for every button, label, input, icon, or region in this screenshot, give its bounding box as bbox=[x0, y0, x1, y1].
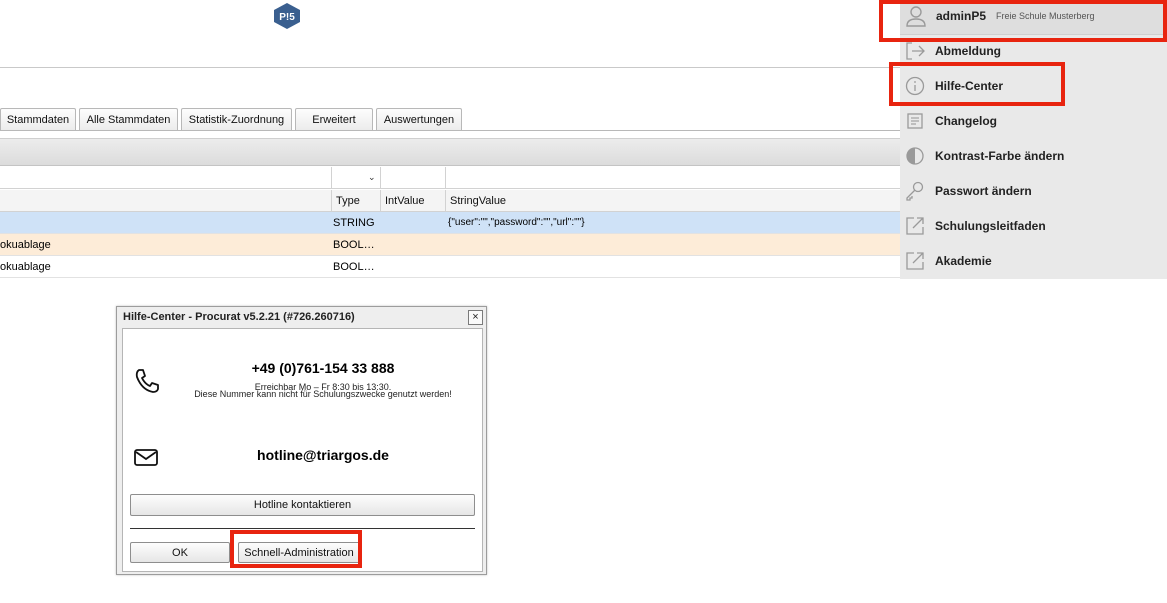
close-button[interactable]: × bbox=[468, 310, 483, 325]
dialog-title: Hilfe-Center - Procurat v5.2.21 (#726.26… bbox=[123, 311, 355, 323]
menu-item-passwort[interactable]: Passwort ändern bbox=[900, 174, 1167, 209]
menu-item-schulungsleitfaden[interactable]: Schulungsleitfaden bbox=[900, 209, 1167, 244]
hilfe-center-dialog: Hilfe-Center - Procurat v5.2.21 (#726.26… bbox=[116, 306, 487, 575]
key-icon bbox=[906, 181, 924, 201]
hotline-email[interactable]: hotline@triargos.de bbox=[183, 447, 463, 463]
schnell-administration-button[interactable]: Schnell-Administration bbox=[238, 542, 360, 563]
menu-item-abmeldung[interactable]: Abmeldung bbox=[900, 34, 1167, 69]
column-header-stringvalue[interactable]: StringValue bbox=[445, 190, 900, 212]
cell-type: BOOL… bbox=[333, 261, 375, 273]
menu-item-changelog[interactable]: Changelog bbox=[900, 104, 1167, 139]
cell-name: okuablage bbox=[0, 261, 51, 273]
contrast-icon bbox=[906, 147, 924, 165]
document-icon bbox=[907, 113, 923, 129]
user-name: adminP5 bbox=[936, 9, 987, 23]
table-row[interactable]: STRING {"user":"","password":"","url":""… bbox=[0, 212, 900, 234]
menu-item-label: Abmeldung bbox=[935, 44, 1001, 58]
toolbar bbox=[0, 138, 900, 166]
user-menu: adminP5 Freie Schule Musterberg Abmeldun… bbox=[900, 0, 1167, 279]
tab-auswertungen[interactable]: Auswertungen bbox=[376, 108, 462, 130]
menu-item-kontrast[interactable]: Kontrast-Farbe ändern bbox=[900, 139, 1167, 174]
user-info[interactable]: adminP5 Freie Schule Musterberg bbox=[900, 0, 1167, 35]
external-link-icon bbox=[906, 217, 924, 235]
menu-item-label: Changelog bbox=[935, 114, 997, 128]
column-header-intvalue[interactable]: IntValue bbox=[380, 190, 445, 212]
cell-stringvalue: {"user":"","password":"","url":""} bbox=[448, 217, 585, 228]
tab-bar: Stammdaten Alle Stammdaten Statistik-Zuo… bbox=[0, 108, 465, 130]
table-header: Type IntValue StringValue bbox=[0, 190, 900, 212]
menu-item-label: Passwort ändern bbox=[935, 184, 1032, 198]
hotline-note: Diese Nummer kann nicht für Schulungszwe… bbox=[194, 389, 452, 399]
filter-intvalue-input[interactable] bbox=[380, 167, 445, 188]
menu-item-label: Hilfe-Center bbox=[935, 79, 1004, 93]
filter-stringvalue-input[interactable] bbox=[445, 167, 900, 188]
menu-item-akademie[interactable]: Akademie bbox=[900, 244, 1167, 279]
menu-item-label: Akademie bbox=[935, 254, 992, 268]
cell-type: STRING bbox=[333, 217, 375, 229]
logo-text: P!5 bbox=[279, 12, 295, 23]
mail-icon bbox=[134, 449, 158, 466]
tab-alle-stammdaten[interactable]: Alle Stammdaten bbox=[79, 108, 178, 130]
tab-statistik-zuordnung[interactable]: Statistik-Zuordnung bbox=[181, 108, 292, 130]
cell-stringvalue bbox=[448, 234, 898, 256]
hotline-contact-button[interactable]: Hotline kontaktieren bbox=[130, 494, 475, 516]
table-row[interactable]: okuablage BOOL… bbox=[0, 256, 900, 278]
procurat-logo-icon: P!5 bbox=[274, 3, 300, 29]
tab-stammdaten[interactable]: Stammdaten bbox=[0, 108, 76, 130]
user-school: Freie Schule Musterberg bbox=[996, 11, 1095, 21]
tabs-divider bbox=[0, 130, 900, 131]
menu-item-hilfe-center[interactable]: Hilfe-Center bbox=[900, 69, 1167, 104]
table-row[interactable]: okuablage BOOL… bbox=[0, 234, 900, 256]
cell-intvalue bbox=[384, 256, 444, 278]
menu-item-label: Kontrast-Farbe ändern bbox=[935, 149, 1065, 163]
column-header-type[interactable]: Type bbox=[331, 190, 380, 212]
app-window: P!5 Stammdaten Alle Stammdaten Statistik… bbox=[0, 0, 1167, 603]
chevron-down-icon: ⌄ bbox=[368, 172, 376, 182]
menu-item-label: Schulungsleitfaden bbox=[935, 219, 1046, 233]
user-icon bbox=[906, 6, 926, 27]
cell-name: okuablage bbox=[0, 239, 51, 251]
cell-intvalue bbox=[384, 212, 444, 234]
info-icon bbox=[905, 76, 925, 96]
filter-row: ⌄ bbox=[0, 167, 900, 189]
dialog-separator bbox=[130, 528, 475, 529]
cell-intvalue bbox=[384, 234, 444, 256]
filter-type-select[interactable]: ⌄ bbox=[331, 167, 380, 188]
app-header: P!5 bbox=[0, 0, 900, 68]
phone-icon bbox=[135, 369, 159, 393]
filter-name-input[interactable] bbox=[0, 167, 331, 188]
ok-button[interactable]: OK bbox=[130, 542, 230, 563]
cell-name bbox=[0, 212, 330, 234]
cell-stringvalue bbox=[448, 256, 898, 278]
tab-erweitert[interactable]: Erweitert bbox=[295, 108, 373, 130]
hotline-phone-number: +49 (0)761-154 33 888 bbox=[251, 360, 395, 376]
cell-type: BOOL… bbox=[333, 239, 375, 251]
dialog-body: +49 (0)761-154 33 888 Erreichbar Mo – Fr… bbox=[122, 328, 483, 572]
external-link-icon bbox=[906, 252, 924, 270]
logout-icon bbox=[906, 42, 925, 60]
